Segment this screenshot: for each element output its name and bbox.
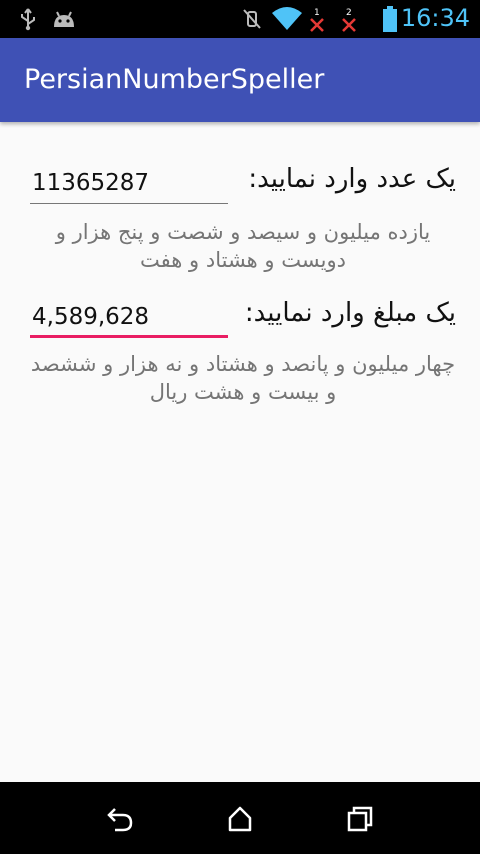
back-icon[interactable] <box>100 802 140 836</box>
mute-icon <box>238 6 266 32</box>
wifi-icon <box>270 6 304 32</box>
status-bar: 1 2 16:34 <box>0 0 480 38</box>
signal-off-icon: 2 <box>340 6 360 32</box>
number-field-label: یک عدد وارد نمایید: <box>248 164 456 194</box>
usb-icon <box>16 6 40 32</box>
amount-field-label: یک مبلغ وارد نمایید: <box>244 298 456 328</box>
main-content: یک عدد وارد نمایید: یازده میلیون و سیصد … <box>0 122 480 782</box>
recents-icon[interactable] <box>340 802 380 836</box>
number-input[interactable] <box>30 160 228 204</box>
battery-icon <box>380 6 400 32</box>
navigation-bar <box>0 782 480 854</box>
sim1-label: 1 <box>314 8 320 18</box>
home-icon[interactable] <box>220 802 260 836</box>
signal-off-icon: 1 <box>308 6 328 32</box>
amount-field-row: یک مبلغ وارد نمایید: <box>30 294 456 338</box>
android-debug-icon <box>50 6 78 32</box>
sim2-label: 2 <box>346 8 352 18</box>
status-time: 16:34 <box>400 4 470 32</box>
amount-input[interactable] <box>30 294 228 338</box>
app-bar: PersianNumberSpeller <box>0 38 480 122</box>
number-input-underline <box>30 203 228 204</box>
app-title: PersianNumberSpeller <box>24 64 325 95</box>
number-field-row: یک عدد وارد نمایید: <box>30 160 456 204</box>
number-spelled-text: یازده میلیون و سیصد و شصت و پنج هزار و د… <box>55 220 431 272</box>
amount-input-underline <box>30 335 228 338</box>
amount-spelled-text: چهار میلیون و پانصد و هشتاد و نه هزار و … <box>30 352 456 404</box>
